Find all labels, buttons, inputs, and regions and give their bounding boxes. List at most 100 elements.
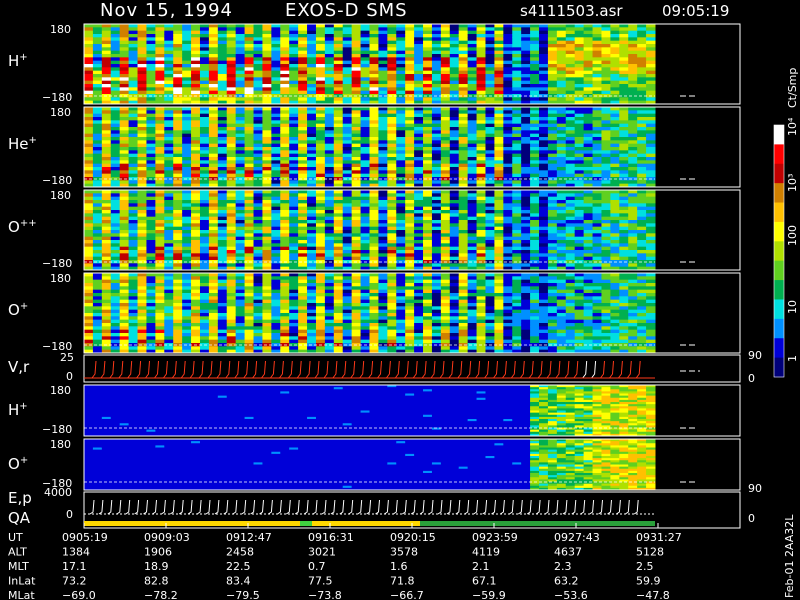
heatmap-cell xyxy=(226,24,237,28)
heatmap-cell xyxy=(92,236,103,241)
heatmap-cell xyxy=(128,256,139,261)
heatmap-cell xyxy=(155,54,165,58)
heatmap-cell xyxy=(405,216,415,221)
heatmap-cell xyxy=(387,40,397,45)
heatmap-cell xyxy=(164,226,174,231)
heatmap-cell xyxy=(449,87,460,92)
heatmap-cell xyxy=(101,190,112,194)
heatmap-cell xyxy=(396,57,406,62)
heatmap-cell xyxy=(244,203,255,208)
heatmap-cell xyxy=(110,173,121,178)
heatmap-cell xyxy=(146,77,156,82)
heatmap-cell xyxy=(440,263,451,268)
heatmap-cell xyxy=(226,147,237,151)
heatmap-cell xyxy=(307,90,317,95)
heatmap-cell xyxy=(155,30,165,35)
heatmap-cell xyxy=(191,316,201,321)
heatmap-cell xyxy=(592,170,602,175)
heatmap-cell xyxy=(324,107,335,111)
heatmap-cell xyxy=(440,200,451,204)
heatmap-cell xyxy=(574,67,585,72)
heatmap-cell xyxy=(92,193,103,198)
heatmap-cell xyxy=(565,193,576,198)
heatmap-cell xyxy=(592,44,602,48)
heatmap-cell xyxy=(235,173,246,178)
heatmap-cell xyxy=(324,60,335,65)
heatmap-cell xyxy=(619,223,629,228)
heatmap-cell xyxy=(494,233,504,238)
heatmap-cell xyxy=(610,213,620,218)
heatmap-cell xyxy=(592,240,602,244)
heatmap-cell xyxy=(137,27,147,32)
heatmap-cell xyxy=(155,293,165,297)
heatmap-cell xyxy=(128,160,139,165)
heatmap-cell xyxy=(458,50,469,55)
heatmap-cell xyxy=(128,163,139,168)
heatmap-cell xyxy=(84,346,94,351)
heatmap-cell xyxy=(208,37,219,42)
heatmap-cell xyxy=(146,336,156,341)
heatmap-cell xyxy=(521,243,531,248)
heatmap-cell xyxy=(101,346,112,351)
heatmap-cell xyxy=(512,40,522,45)
heatmap-cell xyxy=(556,256,567,261)
heatmap-cell xyxy=(333,44,344,48)
heatmap-cell xyxy=(619,250,629,254)
heatmap-cell xyxy=(583,70,594,75)
heatmap-cell xyxy=(405,120,415,125)
heatmap-cell xyxy=(137,326,147,331)
heatmap-cell xyxy=(217,150,228,155)
heatmap-cell xyxy=(494,137,504,141)
heatmap-cell xyxy=(137,127,147,131)
heatmap-cell xyxy=(396,110,406,115)
heatmap-cell xyxy=(280,167,290,171)
heatmap-cell xyxy=(467,140,478,145)
heatmap-cell xyxy=(262,120,272,125)
heatmap-cell xyxy=(164,130,174,135)
heatmap-cell xyxy=(92,87,103,92)
heatmap-cell xyxy=(119,286,130,291)
heatmap-cell xyxy=(476,57,486,62)
heatmap-cell xyxy=(610,67,620,72)
heatmap-cell xyxy=(110,44,121,48)
heatmap-cell xyxy=(315,24,326,28)
heatmap-cell xyxy=(583,250,594,254)
heatmap-cell xyxy=(476,206,486,211)
heatmap-cell xyxy=(315,30,326,35)
heatmap-cell xyxy=(440,27,451,32)
heatmap-cell xyxy=(494,203,504,208)
heatmap-cell xyxy=(476,263,486,268)
heatmap-cell xyxy=(164,293,174,297)
heatmap-cell xyxy=(208,157,219,161)
heatmap-cell xyxy=(423,34,433,38)
heatmap-cell xyxy=(565,30,576,35)
heatmap-cell xyxy=(101,273,112,277)
heatmap-cell xyxy=(521,130,531,135)
heatmap-cell xyxy=(414,74,424,78)
heatmap-cell xyxy=(467,223,478,228)
heatmap-cell xyxy=(610,30,620,35)
heatmap-cell xyxy=(298,206,308,211)
heatmap-cell xyxy=(244,110,255,115)
heatmap-cell xyxy=(119,137,130,141)
heatmap-cell xyxy=(271,173,281,178)
heatmap-cell xyxy=(208,57,219,62)
heatmap-cell xyxy=(351,173,362,178)
heatmap-cell xyxy=(628,203,638,208)
heatmap-cell xyxy=(146,313,156,317)
heatmap-cell xyxy=(405,113,415,118)
heatmap-cell xyxy=(191,230,201,234)
heatmap-cell xyxy=(208,309,219,314)
heatmap-cell xyxy=(619,143,629,148)
heatmap-cell xyxy=(271,220,281,224)
heatmap-cell xyxy=(619,67,629,72)
heatmap-cell xyxy=(119,167,130,171)
heatmap-cell xyxy=(467,64,478,68)
heatmap-cell xyxy=(449,120,460,125)
heatmap-cell xyxy=(405,173,415,178)
heatmap-cell xyxy=(494,74,504,78)
heatmap-cell xyxy=(583,180,594,185)
heatmap-cell xyxy=(226,74,237,78)
heatmap-cell xyxy=(449,133,460,138)
heatmap-cell xyxy=(226,163,237,168)
